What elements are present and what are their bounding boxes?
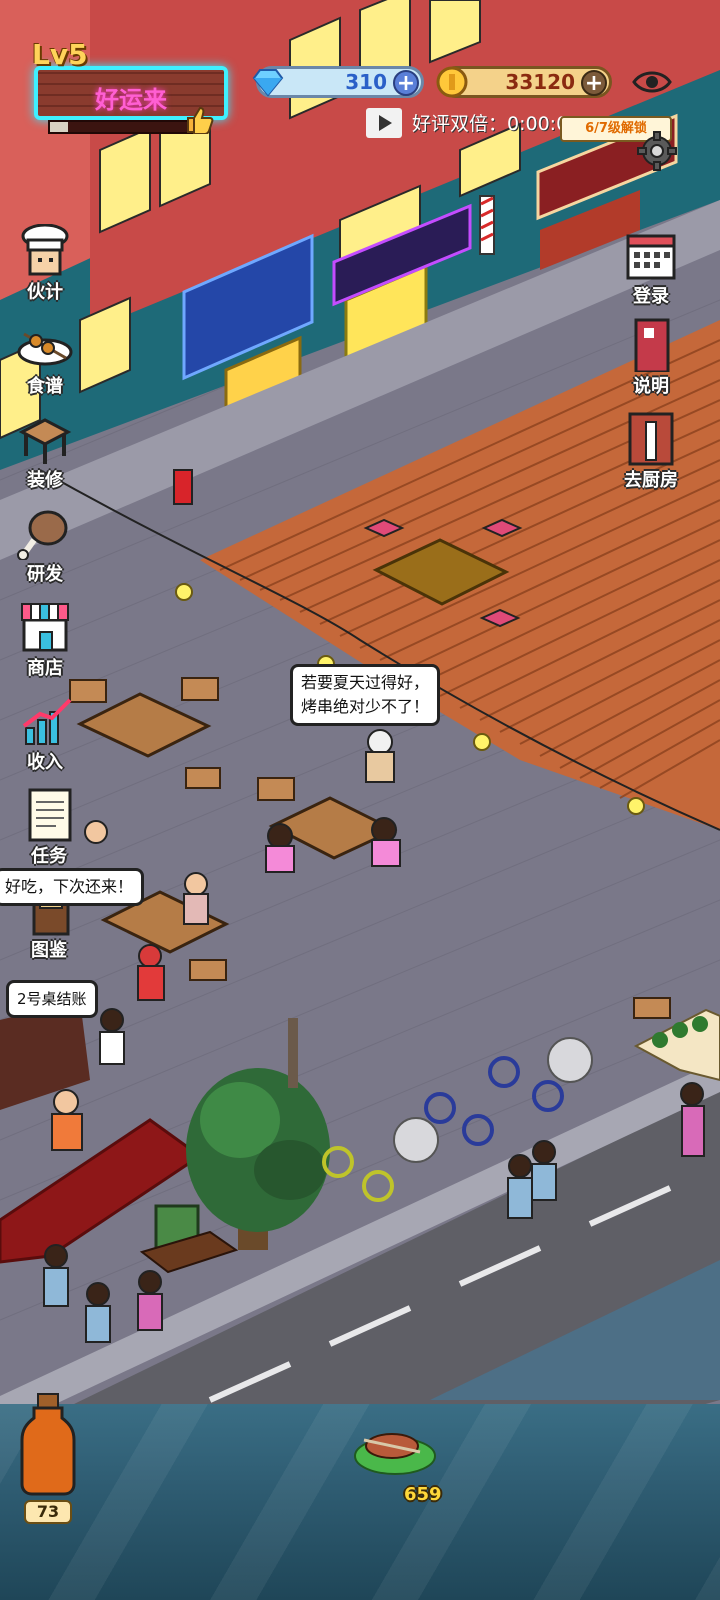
exp-progress-bar [48,120,200,134]
add-coins-button[interactable]: + [581,70,607,96]
table-icon [18,418,72,464]
guide-label: 说明 [633,376,669,397]
coin-amount: 33120 [505,70,575,94]
checkout-text: 2号桌结账 [17,990,87,1008]
coin-counter: 33120 + [436,66,612,98]
shop-label: 商店 [27,658,63,679]
video-reward-label: 好评双倍：0:00:00 [412,113,581,135]
gem-counter: 310 + [252,66,424,98]
guide-button[interactable]: 说明 [610,318,692,400]
staff-button[interactable]: 伙计 [4,224,86,306]
chart-icon [22,698,72,745]
diamond-icon [252,69,284,97]
grilled-fish-icon[interactable] [350,1418,440,1480]
guide-book-icon [634,318,670,372]
thumbs-up-icon [187,106,214,134]
video-play-icon [366,108,402,138]
collection-label: 图鉴 [31,940,67,961]
login-label: 登录 [633,286,669,307]
eye-icon[interactable] [632,66,672,98]
decorate-button[interactable]: 装修 [4,412,86,494]
login-button[interactable]: 登录 [610,228,692,310]
staff-label: 伙计 [27,282,63,303]
scroll-icon [28,788,72,842]
old-man-speech-text: 若要夏天过得好， 烤串绝对少不了！ [301,673,430,716]
checkout-bubble[interactable]: 2号桌结账 [6,980,98,1018]
income-button[interactable]: 收入 [4,694,86,776]
add-gems-button[interactable]: + [393,70,419,96]
skewer-plate-icon [17,332,73,366]
gem-amount: 310 [345,70,387,94]
sauce-count: 73 [24,1500,72,1524]
coin-icon [436,66,468,98]
drumstick-icon [17,510,68,560]
recipes-button[interactable]: 食谱 [4,318,86,400]
calendar-icon [626,234,676,280]
exp-progress-fill [50,122,68,132]
tasks-label: 任务 [31,846,67,867]
income-label: 收入 [27,752,63,773]
chef-hat-icon [21,224,69,276]
shop-icon [21,603,69,652]
food-count: 659 [404,1484,442,1505]
sauce-bottle-icon[interactable] [18,1392,78,1496]
kitchen-label: 去厨房 [624,470,678,491]
research-label: 研发 [27,564,63,585]
level-label: Lv5 [32,38,88,71]
research-button[interactable]: 研发 [4,506,86,588]
old-man-speech-bubble: 若要夏天过得好， 烤串绝对少不了！ [290,664,441,726]
gear-icon[interactable] [636,130,678,172]
kitchen-door-icon [628,412,674,466]
decorate-label: 装修 [27,470,63,491]
tasks-button[interactable]: 任务 [8,788,90,870]
customer-speech-bubble: 好吃，下次还来！ [0,868,145,906]
recipes-label: 食谱 [27,376,63,397]
customer-speech-text: 好吃，下次还来！ [5,877,134,896]
shop-button[interactable]: 商店 [4,600,86,682]
kitchen-button[interactable]: 去厨房 [610,412,692,494]
